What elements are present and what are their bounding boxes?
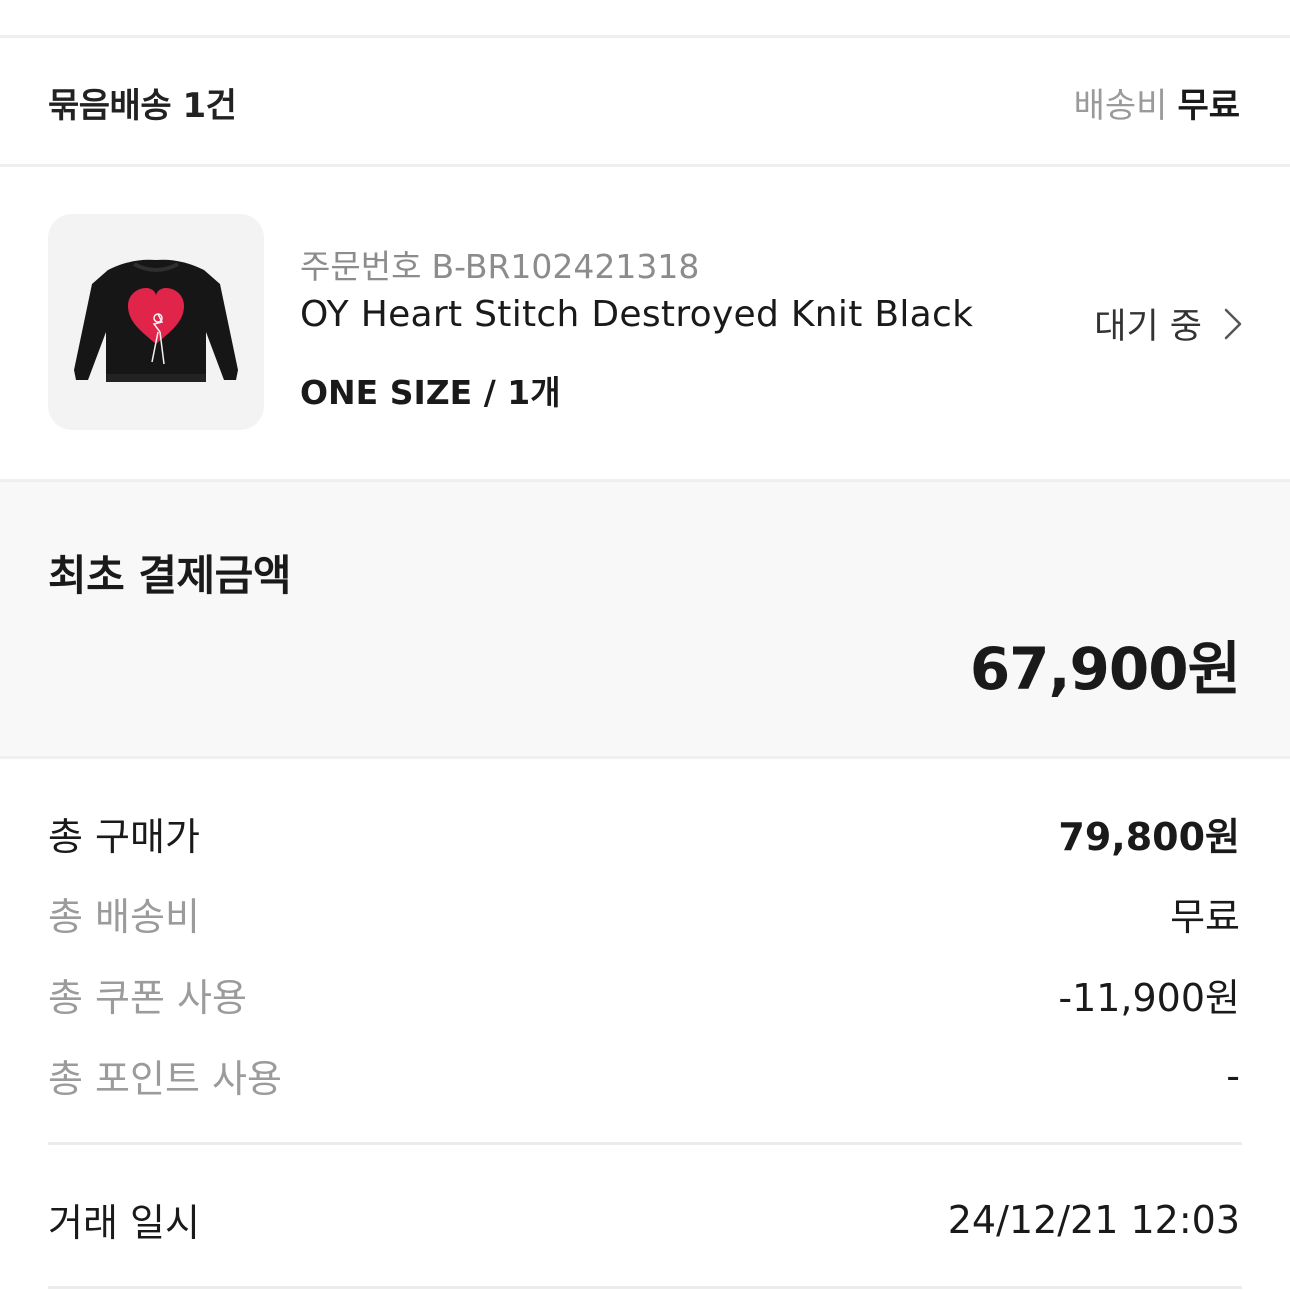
shipping-fee: 배송비 무료: [1074, 78, 1240, 127]
payment-divider: [0, 756, 1290, 759]
top-divider: [0, 35, 1290, 38]
bottom-divider: [48, 1286, 1242, 1289]
order-status-text: 대기 중: [1094, 307, 1202, 347]
summary-row-coupon: 총 쿠폰 사용 -11,900원: [48, 967, 1240, 1022]
summary-label: 총 배송비: [48, 895, 200, 939]
summary-row-total-price: 총 구매가 79,800원: [48, 806, 1240, 861]
order-number-value: B-BR102421318: [431, 247, 700, 286]
shipping-fee-label: 배송비: [1073, 86, 1168, 126]
summary-divider: [48, 1142, 1242, 1145]
summary-row-shipping: 총 배송비 무료: [48, 886, 1240, 941]
heart-knit-sweater-image: [74, 259, 238, 382]
transaction-time-value: 24/12/21 12:03: [947, 1197, 1240, 1242]
initial-payment-amount: 67,900원: [969, 635, 1241, 703]
order-status-link[interactable]: 대기 중: [1094, 298, 1242, 349]
summary-label: 총 포인트 사용: [48, 1057, 282, 1101]
header-divider: [0, 164, 1290, 167]
summary-label: 총 구매가: [48, 815, 200, 859]
order-number: 주문번호 B-BR102421318: [300, 240, 699, 288]
chevron-right-icon: [1224, 308, 1242, 339]
order-number-label: 주문번호: [300, 247, 422, 286]
order-detail-page: 묶음배송 1건 배송비 무료 주문번호 B-BR102421318 OY Heart…: [0, 0, 1290, 1290]
summary-value: 79,800원: [1058, 815, 1240, 859]
product-thumbnail[interactable]: [48, 214, 264, 430]
transaction-time-row: 거래 일시 24/12/21 12:03: [48, 1192, 1240, 1247]
bundle-title: 묶음배송 1건: [48, 86, 237, 126]
transaction-time-label: 거래 일시: [48, 1201, 200, 1245]
summary-value: -11,900원: [1058, 976, 1240, 1020]
product-name[interactable]: OY Heart Stitch Destroyed Knit Black: [300, 294, 973, 335]
initial-payment-panel: 최초 결제금액 67,900원: [0, 482, 1290, 756]
summary-value: 무료: [1170, 895, 1240, 939]
initial-payment-title: 최초 결제금액: [48, 551, 291, 600]
summary-value: -: [1226, 1053, 1240, 1098]
summary-label: 총 쿠폰 사용: [48, 976, 247, 1020]
product-option: ONE SIZE / 1개: [300, 373, 561, 412]
shipping-fee-value: 무료: [1177, 86, 1240, 126]
summary-row-points: 총 포인트 사용 -: [48, 1048, 1240, 1103]
